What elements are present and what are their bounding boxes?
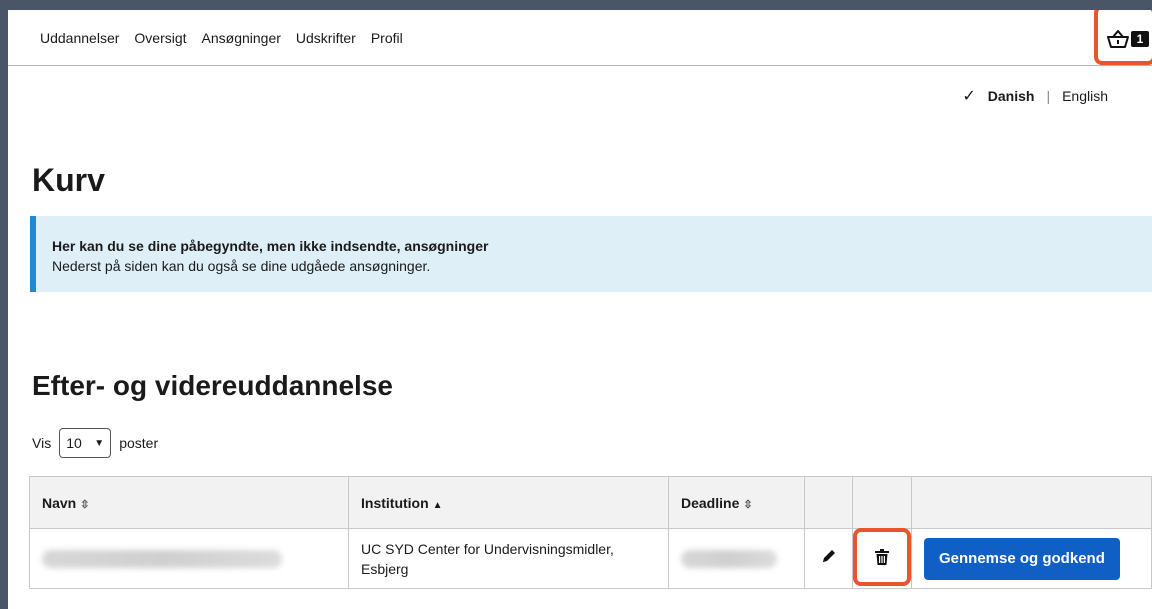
redacted-deadline bbox=[681, 549, 777, 568]
language-separator: | bbox=[1046, 88, 1051, 104]
basket-icon bbox=[1107, 30, 1129, 48]
section-title: Efter- og videreuddannelse bbox=[32, 370, 393, 401]
column-header-delete bbox=[852, 476, 912, 529]
page-size-select[interactable]: 10 ▼ bbox=[59, 428, 112, 458]
column-header-institution-label: Institution bbox=[361, 494, 429, 511]
language-switcher: ✓ Danish | English bbox=[962, 86, 1108, 106]
column-header-action bbox=[911, 476, 1152, 529]
cell-institution: UC SYD Center for Undervisningsmidler, E… bbox=[348, 528, 669, 589]
redacted-name bbox=[42, 549, 282, 568]
review-and-approve-button[interactable]: Gennemse og godkend bbox=[924, 537, 1120, 580]
language-english[interactable]: English bbox=[1062, 88, 1108, 104]
sort-icon: ⇳ bbox=[743, 498, 753, 511]
column-header-name[interactable]: Navn ⇳ bbox=[29, 476, 349, 529]
top-navigation: Uddannelser Oversigt Ansøgninger Udskrif… bbox=[8, 10, 1152, 66]
nav-item-ansogninger[interactable]: Ansøgninger bbox=[202, 30, 281, 46]
nav-item-profil[interactable]: Profil bbox=[371, 30, 403, 46]
column-header-deadline[interactable]: Deadline ⇳ bbox=[668, 476, 805, 529]
cart-count-badge: 1 bbox=[1131, 31, 1149, 47]
column-header-name-label: Navn bbox=[42, 494, 77, 511]
language-danish[interactable]: Danish bbox=[988, 88, 1035, 104]
page-size-prefix: Vis bbox=[32, 435, 52, 451]
page-size-suffix: poster bbox=[119, 435, 159, 451]
pencil-icon[interactable] bbox=[821, 548, 837, 564]
column-header-deadline-label: Deadline bbox=[681, 494, 740, 511]
table-row: UC SYD Center for Undervisningsmidler, E… bbox=[29, 527, 1152, 589]
info-title: Her kan du se dine påbegyndte, men ikke … bbox=[52, 238, 489, 254]
cell-delete bbox=[852, 527, 912, 589]
table-header-row: Navn ⇳ Institution ▲ Deadline ⇳ bbox=[29, 476, 1152, 529]
column-header-edit bbox=[804, 476, 853, 529]
nav-item-oversigt[interactable]: Oversigt bbox=[134, 30, 186, 46]
page-size-control: Vis 10 ▼ poster bbox=[32, 428, 158, 458]
nav-item-uddannelser[interactable]: Uddannelser bbox=[40, 30, 119, 46]
sort-icon: ⇳ bbox=[80, 498, 90, 511]
cell-name-redacted bbox=[29, 528, 349, 589]
chevron-down-icon: ▼ bbox=[94, 437, 105, 449]
trash-icon bbox=[875, 548, 889, 565]
page-size-value: 10 bbox=[66, 435, 82, 451]
column-header-institution[interactable]: Institution ▲ bbox=[348, 476, 669, 529]
cell-deadline-redacted bbox=[668, 528, 805, 589]
page-title: Kurv bbox=[32, 162, 105, 198]
page: Uddannelser Oversigt Ansøgninger Udskrif… bbox=[8, 10, 1152, 609]
sort-ascending-icon: ▲ bbox=[432, 499, 443, 511]
cell-action: Gennemse og godkend bbox=[911, 528, 1152, 589]
cell-edit bbox=[804, 528, 853, 589]
delete-button[interactable] bbox=[853, 527, 911, 586]
info-text: Nederst på siden kan du også se dine udg… bbox=[52, 258, 431, 274]
info-box: Her kan du se dine påbegyndte, men ikke … bbox=[30, 216, 1152, 292]
applications-table: Navn ⇳ Institution ▲ Deadline ⇳ UC SYD Cent… bbox=[29, 476, 1152, 589]
cart-button[interactable]: 1 bbox=[1094, 10, 1152, 65]
checkmark-icon: ✓ bbox=[962, 88, 976, 105]
nav-item-udskrifter[interactable]: Udskrifter bbox=[296, 30, 356, 46]
